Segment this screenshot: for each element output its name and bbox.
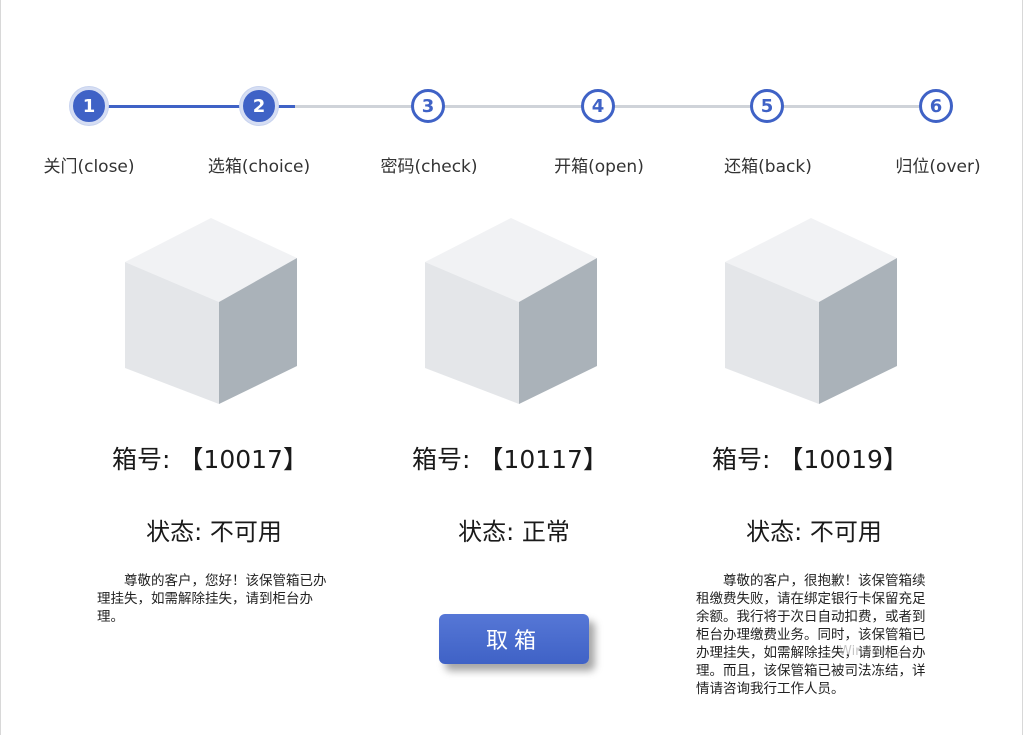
step-5-label: 还箱(back) <box>724 157 812 177</box>
box-10017-cube-icon[interactable] <box>123 216 299 406</box>
step-number: 6 <box>929 95 943 117</box>
step-1-label: 关门(close) <box>43 157 135 177</box>
step-5-circle: 5 <box>750 89 784 123</box>
safe-deposit-box-screen: 1 2 3 4 5 6 关门(close) 选箱(choice) 密码(chec… <box>0 0 1023 735</box>
step-number: 1 <box>82 95 96 117</box>
step-2-label: 选箱(choice) <box>207 157 311 177</box>
progress-line-complete <box>89 105 259 108</box>
box-10019-cube-icon[interactable] <box>723 216 899 406</box>
box-2-number: 箱号: 【10117】 <box>412 445 608 474</box>
box-1-notice: 尊敬的客户，您好！该保管箱已办理挂失，如需解除挂失，请到柜台办理。 <box>97 573 327 625</box>
step-1-circle: 1 <box>70 87 108 125</box>
step-6-circle: 6 <box>919 89 953 123</box>
box-3-status: 状态: 不可用 <box>746 518 882 546</box>
step-number: 4 <box>591 95 605 117</box>
box-3-number: 箱号: 【10019】 <box>712 445 908 474</box>
step-6-label: 归位(over) <box>895 157 981 177</box>
step-number: 5 <box>760 95 774 117</box>
windows-activation-watermark: Windows。 <box>839 644 911 659</box>
step-2-circle: 2 <box>240 87 278 125</box>
box-10117-cube-icon[interactable] <box>423 216 599 406</box>
take-box-button[interactable]: 取箱 <box>439 614 589 664</box>
step-4-circle: 4 <box>581 89 615 123</box>
box-2-status: 状态: 正常 <box>458 518 570 546</box>
step-3-circle: 3 <box>411 89 445 123</box>
progress-line-pending <box>295 105 935 108</box>
step-3-label: 密码(check) <box>380 157 478 177</box>
box-3-notice: 尊敬的客户，很抱歉！该保管箱续租缴费失败，请在绑定银行卡保留充足余额。我行将于次… <box>696 573 926 697</box>
box-1-status: 状态: 不可用 <box>146 518 282 546</box>
step-number: 2 <box>252 95 266 117</box>
step-number: 3 <box>421 95 435 117</box>
step-4-label: 开箱(open) <box>554 157 644 177</box>
box-1-number: 箱号: 【10017】 <box>112 445 308 474</box>
